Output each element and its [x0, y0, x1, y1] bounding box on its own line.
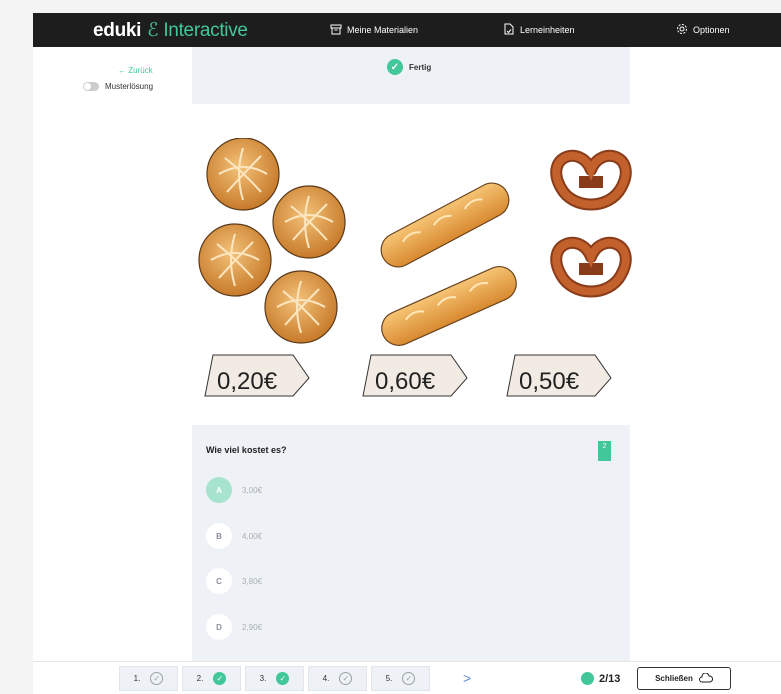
- bakery-illustration: 0,20€ 0,60€ 0,50€: [198, 138, 632, 397]
- page-number: 4.: [322, 674, 330, 683]
- price-tag-rolls: 0,20€: [204, 354, 310, 397]
- page-tab-4[interactable]: 4. ✓: [308, 666, 367, 691]
- logo-sub: Interactive: [163, 20, 248, 41]
- option-letter: D: [206, 614, 232, 640]
- progress-dot-icon: [581, 672, 594, 685]
- price-tag-label: 0,60€: [375, 368, 436, 395]
- bottom-bar: 1. ✓ 2. ✓ 3. ✓ 4. ✓ 5. ✓ > 2/13 Schließen: [33, 661, 781, 694]
- option-letter: C: [206, 568, 232, 594]
- option-text: 2,90€: [242, 622, 263, 632]
- close-button[interactable]: Schließen: [637, 667, 731, 690]
- status-indicator: ✓ Fertig: [387, 59, 431, 75]
- pending-icon: ✓: [339, 672, 353, 685]
- question-panel: Wie viel kostet es? 2 A 3,00€ B 4,00€ C …: [192, 425, 630, 694]
- page-tab-3[interactable]: 3. ✓: [245, 666, 304, 691]
- done-check-icon: ✓: [213, 672, 227, 685]
- answer-option-b[interactable]: B 4,00€: [206, 523, 262, 549]
- answer-option-a[interactable]: A 3,00€: [206, 477, 262, 503]
- option-text: 3,00€: [242, 485, 263, 495]
- question-title: Wie viel kostet es?: [206, 445, 287, 455]
- done-check-icon: ✓: [276, 672, 290, 685]
- page-tab-5[interactable]: 5. ✓: [371, 666, 430, 691]
- status-label: Fertig: [409, 62, 432, 72]
- pending-icon: ✓: [402, 672, 416, 685]
- progress-count: 2/13: [599, 672, 621, 685]
- gear-icon: [676, 23, 688, 37]
- logo-mark: ℰ: [147, 20, 159, 41]
- page-number: 3.: [259, 674, 267, 683]
- solution-toggle-row: Musterlösung: [83, 82, 153, 91]
- back-link[interactable]: ← Zurück: [118, 66, 153, 75]
- option-letter: A: [206, 477, 232, 503]
- close-label: Schließen: [655, 674, 693, 683]
- top-bar: eduki ℰ Interactive Meine Materialien Ler…: [33, 13, 781, 47]
- option-letter: B: [206, 523, 232, 549]
- app-frame: eduki ℰ Interactive Meine Materialien Ler…: [33, 13, 781, 694]
- nav-lerneinheiten[interactable]: Lerneinheiten: [503, 23, 575, 37]
- nav-label: Lerneinheiten: [520, 25, 575, 35]
- cloud-sync-icon: [698, 672, 713, 685]
- nav-meine-materialien[interactable]: Meine Materialien: [330, 23, 418, 37]
- nav-label: Meine Materialien: [347, 25, 419, 35]
- solution-toggle-label: Musterlösung: [105, 82, 154, 91]
- price-tag-pretzels: 0,50€: [506, 354, 612, 397]
- logo[interactable]: eduki ℰ Interactive: [93, 19, 248, 42]
- nav-optionen[interactable]: Optionen: [676, 23, 730, 37]
- price-tag-baguettes: 0,60€: [362, 354, 468, 397]
- page-number: 2.: [196, 674, 204, 683]
- progress-indicator: 2/13: [581, 672, 620, 685]
- solution-toggle[interactable]: [83, 82, 99, 91]
- bread-rolls: [198, 138, 346, 344]
- page-number: 1.: [133, 674, 141, 683]
- page-navigator: 1. ✓ 2. ✓ 3. ✓ 4. ✓ 5. ✓: [119, 666, 430, 691]
- baguettes: [380, 182, 517, 346]
- page-number: 5.: [385, 674, 393, 683]
- status-panel: ✓ Fertig: [192, 47, 630, 104]
- page-tab-1[interactable]: 1. ✓: [119, 666, 178, 691]
- option-text: 4,00€: [242, 531, 263, 541]
- pretzels: [550, 149, 632, 298]
- option-text: 3,80€: [242, 576, 263, 586]
- answer-option-d[interactable]: D 2,90€: [206, 614, 262, 640]
- page-tab-2[interactable]: 2. ✓: [182, 666, 241, 691]
- nav-label: Optionen: [693, 25, 730, 35]
- bookmark-icon[interactable]: 2: [598, 441, 611, 461]
- price-tag-label: 0,50€: [519, 368, 580, 395]
- next-chevron-icon[interactable]: >: [463, 670, 471, 686]
- logo-main: eduki: [93, 20, 142, 41]
- pending-icon: ✓: [150, 672, 164, 685]
- price-tag-label: 0,20€: [217, 368, 278, 395]
- answer-option-c[interactable]: C 3,80€: [206, 568, 262, 594]
- document-icon: [503, 23, 515, 37]
- archive-icon: [330, 23, 342, 37]
- checkmark-icon: ✓: [387, 59, 403, 75]
